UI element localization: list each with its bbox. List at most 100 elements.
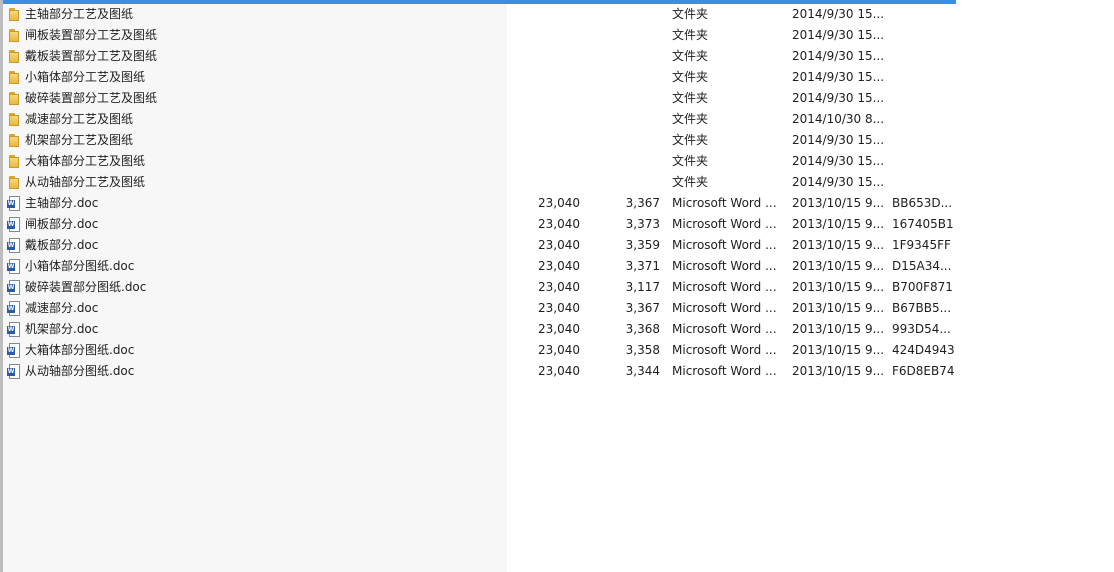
word-doc-icon: W [6,364,22,379]
file-row-1[interactable]: 闸板装置部分工艺及图纸 文件夹 2014/9/30 15... [0,25,960,46]
file-crc: B700F871 [892,280,953,294]
file-packed-size: 3,371 [625,259,660,273]
file-type: Microsoft Word ... [672,343,777,357]
file-row-7[interactable]: 大箱体部分工艺及图纸 文件夹 2014/9/30 15... [0,151,960,172]
folder-icon [6,49,22,64]
file-name: 从动轴部分图纸.doc [25,364,135,378]
file-row-2[interactable]: 戴板装置部分工艺及图纸 文件夹 2014/9/30 15... [0,46,960,67]
file-size: 23,040 [538,259,580,273]
file-row-16[interactable]: W 大箱体部分图纸.doc 23,040 3,358 Microsoft Wor… [0,340,960,361]
folder-icon [6,112,22,127]
file-row-15[interactable]: W 机架部分.doc 23,040 3,368 Microsoft Word .… [0,319,960,340]
file-type: 文件夹 [672,175,709,189]
file-type: Microsoft Word ... [672,259,777,273]
file-packed-size: 3,358 [625,343,660,357]
file-type: 文件夹 [672,70,709,84]
file-size: 23,040 [538,301,580,315]
file-modified: 2013/10/15 9... [792,301,885,315]
file-type: 文件夹 [672,112,709,126]
file-row-13[interactable]: W 破碎装置部分图纸.doc 23,040 3,117 Microsoft Wo… [0,277,960,298]
file-crc: 424D4943 [892,343,954,357]
file-name: 机架部分工艺及图纸 [25,133,134,147]
file-name: 闸板部分.doc [25,217,99,231]
file-row-11[interactable]: W 戴板部分.doc 23,040 3,359 Microsoft Word .… [0,235,960,256]
file-row-8[interactable]: 从动轴部分工艺及图纸 文件夹 2014/9/30 15... [0,172,960,193]
word-doc-icon: W [6,322,22,337]
file-modified: 2014/10/30 8... [792,112,885,126]
word-doc-icon: W [6,280,22,295]
file-row-9[interactable]: W 主轴部分.doc 23,040 3,367 Microsoft Word .… [0,193,960,214]
file-modified: 2014/9/30 15... [792,133,885,147]
file-type: Microsoft Word ... [672,238,777,252]
file-crc: BB653D... [892,196,953,210]
word-doc-icon: W [6,217,22,232]
file-name: 机架部分.doc [25,322,99,336]
file-modified: 2014/9/30 15... [792,91,885,105]
file-name: 破碎装置部分图纸.doc [25,280,147,294]
file-crc: B67BB5... [892,301,952,315]
file-type: Microsoft Word ... [672,322,777,336]
file-name: 减速部分.doc [25,301,99,315]
file-type: 文件夹 [672,49,709,63]
file-size: 23,040 [538,322,580,336]
file-modified: 2013/10/15 9... [792,364,885,378]
file-row-0[interactable]: 主轴部分工艺及图纸 文件夹 2014/9/30 15... [0,4,960,25]
file-type: Microsoft Word ... [672,301,777,315]
file-name: 戴板装置部分工艺及图纸 [25,49,158,63]
file-packed-size: 3,373 [625,217,660,231]
folder-icon [6,91,22,106]
file-name: 主轴部分工艺及图纸 [25,7,134,21]
file-row-14[interactable]: W 减速部分.doc 23,040 3,367 Microsoft Word .… [0,298,960,319]
file-crc: F6D8EB74 [892,364,954,378]
file-name: 闸板装置部分工艺及图纸 [25,28,158,42]
file-type: Microsoft Word ... [672,196,777,210]
file-row-10[interactable]: W 闸板部分.doc 23,040 3,373 Microsoft Word .… [0,214,960,235]
file-size: 23,040 [538,196,580,210]
file-modified: 2014/9/30 15... [792,28,885,42]
file-row-3[interactable]: 小箱体部分工艺及图纸 文件夹 2014/9/30 15... [0,67,960,88]
file-size: 23,040 [538,238,580,252]
file-size: 23,040 [538,364,580,378]
file-size: 23,040 [538,217,580,231]
file-row-6[interactable]: 机架部分工艺及图纸 文件夹 2014/9/30 15... [0,130,960,151]
file-name: 小箱体部分图纸.doc [25,259,135,273]
folder-icon [6,175,22,190]
file-type: 文件夹 [672,91,709,105]
folder-icon [6,70,22,85]
file-type: 文件夹 [672,28,709,42]
file-packed-size: 3,367 [625,301,660,315]
word-doc-icon: W [6,259,22,274]
file-modified: 2013/10/15 9... [792,238,885,252]
file-name: 从动轴部分工艺及图纸 [25,175,146,189]
file-type: Microsoft Word ... [672,217,777,231]
file-type: Microsoft Word ... [672,364,777,378]
folder-icon [6,28,22,43]
word-doc-icon: W [6,301,22,316]
file-name: 主轴部分.doc [25,196,99,210]
file-type: 文件夹 [672,133,709,147]
file-size: 23,040 [538,280,580,294]
file-type: Microsoft Word ... [672,280,777,294]
file-row-5[interactable]: 减速部分工艺及图纸 文件夹 2014/10/30 8... [0,109,960,130]
folder-icon [6,7,22,22]
file-size: 23,040 [538,343,580,357]
file-modified: 2013/10/15 9... [792,196,885,210]
file-modified: 2013/10/15 9... [792,280,885,294]
file-modified: 2014/9/30 15... [792,49,885,63]
file-name: 大箱体部分图纸.doc [25,343,135,357]
file-type: 文件夹 [672,7,709,21]
file-crc: 993D54... [892,322,951,336]
file-modified: 2013/10/15 9... [792,343,885,357]
file-name: 小箱体部分工艺及图纸 [25,70,146,84]
file-rows: 主轴部分工艺及图纸 文件夹 2014/9/30 15... 闸板装置部分工艺及图… [0,4,960,382]
file-modified: 2013/10/15 9... [792,322,885,336]
word-doc-icon: W [6,196,22,211]
file-row-4[interactable]: 破碎装置部分工艺及图纸 文件夹 2014/9/30 15... [0,88,960,109]
file-crc: 1F9345FF [892,238,951,252]
file-packed-size: 3,344 [625,364,660,378]
file-row-17[interactable]: W 从动轴部分图纸.doc 23,040 3,344 Microsoft Wor… [0,361,960,382]
file-type: 文件夹 [672,154,709,168]
word-doc-icon: W [6,238,22,253]
file-row-12[interactable]: W 小箱体部分图纸.doc 23,040 3,371 Microsoft Wor… [0,256,960,277]
file-modified: 2013/10/15 9... [792,217,885,231]
